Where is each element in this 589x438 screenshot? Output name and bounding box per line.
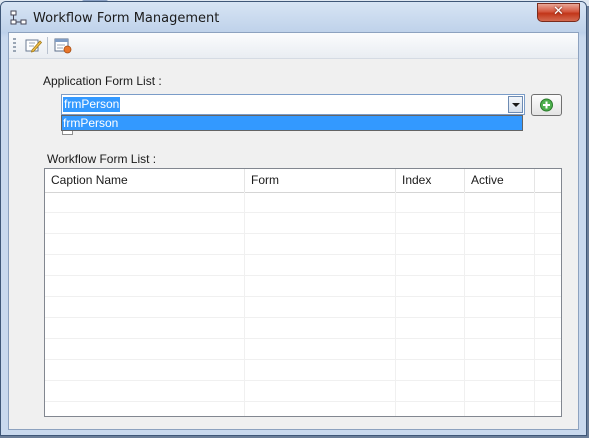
application-form-dropdown: frmPerson [61, 115, 523, 131]
client-area: Application Form List : frmPerson Show A… [8, 32, 579, 430]
dropdown-option[interactable]: frmPerson [62, 116, 522, 130]
form-settings-icon [54, 38, 72, 54]
combobox-selected-value[interactable]: frmPerson [63, 97, 121, 112]
column-header-active[interactable]: Active [465, 169, 535, 192]
toolbar [9, 33, 578, 59]
workflow-form-window: Workflow Form Management ✕ Application F… [0, 1, 587, 436]
table-row[interactable] [45, 360, 561, 381]
table-row[interactable] [45, 255, 561, 276]
close-icon: ✕ [553, 4, 564, 19]
edit-button[interactable] [23, 36, 43, 55]
table-row[interactable] [45, 297, 561, 318]
title-bar[interactable]: Workflow Form Management ✕ [1, 2, 586, 32]
table-row[interactable] [45, 276, 561, 297]
table-row[interactable] [45, 339, 561, 360]
table-row[interactable] [45, 318, 561, 339]
toolbar-grip[interactable] [13, 38, 16, 53]
close-button[interactable]: ✕ [537, 3, 580, 22]
application-form-combobox[interactable]: frmPerson [61, 94, 525, 115]
form-settings-button[interactable] [53, 36, 73, 55]
workflow-icon [10, 10, 27, 25]
workflow-form-grid[interactable]: Caption Name Form Index Active [44, 168, 562, 417]
column-header-caption-name[interactable]: Caption Name [45, 169, 245, 192]
column-header-index[interactable]: Index [396, 169, 465, 192]
column-header-filler [535, 169, 561, 192]
grid-header: Caption Name Form Index Active [45, 169, 561, 193]
application-form-list-label: Application Form List : [43, 74, 162, 88]
table-row[interactable] [45, 213, 561, 234]
table-row[interactable] [45, 234, 561, 255]
add-icon [540, 98, 553, 112]
table-row[interactable] [45, 381, 561, 402]
table-row[interactable] [45, 192, 561, 213]
toolbar-separator [47, 37, 48, 54]
workflow-form-list-label: Workflow Form List : [47, 152, 157, 166]
add-form-button[interactable] [531, 94, 562, 116]
window-title: Workflow Form Management [33, 11, 220, 26]
column-header-form[interactable]: Form [245, 169, 396, 192]
edit-icon [25, 39, 43, 53]
chevron-down-icon[interactable] [508, 96, 523, 113]
